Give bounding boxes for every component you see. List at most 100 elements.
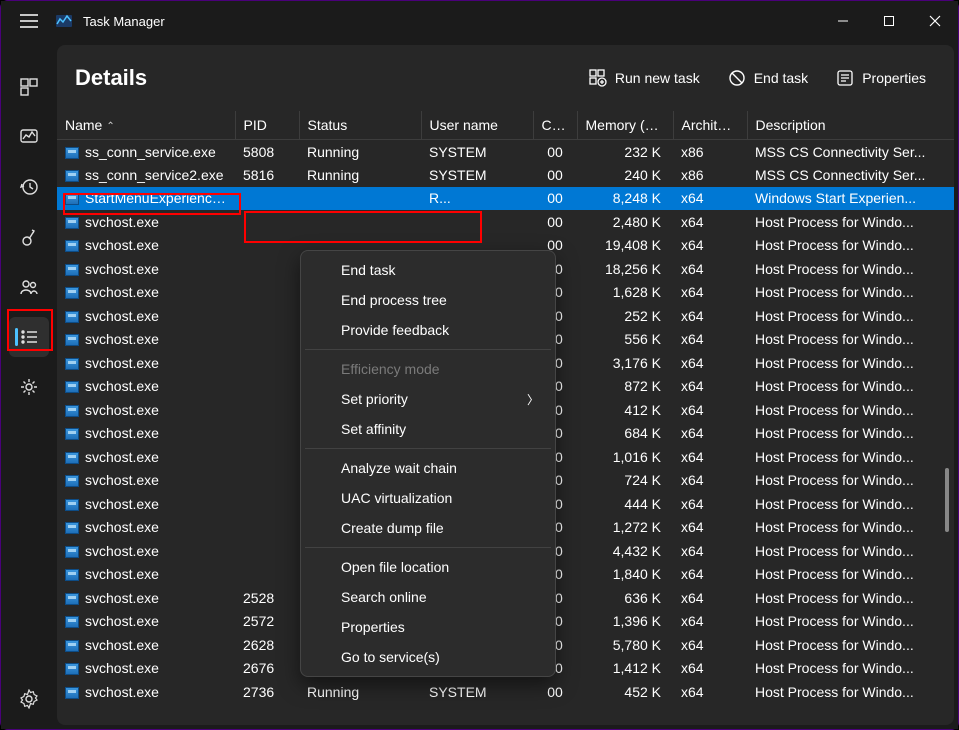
vertical-scrollbar[interactable] <box>940 111 954 725</box>
cell-desc: Host Process for Windo... <box>747 281 954 305</box>
cell-desc: Host Process for Windo... <box>747 351 954 375</box>
table-row[interactable]: ss_conn_service2.exe5816RunningSYSTEM002… <box>57 163 954 187</box>
cm-set-affinity[interactable]: Set affinity <box>305 414 551 444</box>
services-icon <box>19 377 39 397</box>
cell-name: svchost.exe <box>57 445 235 469</box>
col-name[interactable]: Name⌃ <box>57 111 235 140</box>
cm-dump[interactable]: Create dump file <box>305 513 551 543</box>
cm-properties[interactable]: Properties <box>305 612 551 642</box>
settings-icon <box>19 689 39 709</box>
cell-cpu: 00 <box>533 210 577 234</box>
sidebar-item-users[interactable] <box>9 267 49 307</box>
cm-separator <box>305 547 551 548</box>
sidebar-item-app-history[interactable] <box>9 167 49 207</box>
cell-desc: Windows Start Experien... <box>747 187 954 211</box>
startup-icon <box>19 227 39 247</box>
run-new-task-button[interactable]: Run new task <box>577 63 712 93</box>
cell-status: Running <box>299 680 421 704</box>
cm-analyze[interactable]: Analyze wait chain <box>305 453 551 483</box>
sidebar-item-settings[interactable] <box>9 679 49 719</box>
cm-open-location[interactable]: Open file location <box>305 552 551 582</box>
table-row[interactable]: StartMenuExperience...R...008,248 Kx64Wi… <box>57 187 954 211</box>
run-new-task-label: Run new task <box>615 70 700 86</box>
cell-name: svchost.exe <box>57 680 235 704</box>
cell-arch: x64 <box>673 563 747 587</box>
cell-name: svchost.exe <box>57 328 235 352</box>
col-memory[interactable]: Memory (ac... <box>577 111 673 140</box>
cell-name: svchost.exe <box>57 281 235 305</box>
process-icon <box>65 687 79 699</box>
sidebar-item-performance[interactable] <box>9 117 49 157</box>
cell-name: ss_conn_service.exe <box>57 140 235 164</box>
cell-user: SYSTEM <box>421 140 533 164</box>
col-pid[interactable]: PID <box>235 111 299 140</box>
sidebar-item-details[interactable] <box>9 317 49 357</box>
cell-name: svchost.exe <box>57 304 235 328</box>
cell-arch: x64 <box>673 633 747 657</box>
cm-feedback[interactable]: Provide feedback <box>305 315 551 345</box>
cell-desc: Host Process for Windo... <box>747 445 954 469</box>
sidebar-item-processes[interactable] <box>9 67 49 107</box>
cell-memory: 3,176 K <box>577 351 673 375</box>
process-icon <box>65 405 79 417</box>
table-row[interactable]: svchost.exe002,480 Kx64Host Process for … <box>57 210 954 234</box>
run-task-icon <box>589 69 607 87</box>
scroll-thumb[interactable] <box>945 468 949 532</box>
table-header-row: Name⌃ PID Status User name CPU Memory (a… <box>57 111 954 140</box>
cell-desc: Host Process for Windo... <box>747 210 954 234</box>
hamburger-menu[interactable] <box>9 1 49 41</box>
cell-memory: 1,016 K <box>577 445 673 469</box>
sidebar-item-startup[interactable] <box>9 217 49 257</box>
cell-pid: 5816 <box>235 163 299 187</box>
cm-end-task[interactable]: End task <box>305 255 551 285</box>
cell-name: svchost.exe <box>57 234 235 258</box>
cell-cpu: 00 <box>533 163 577 187</box>
maximize-button[interactable] <box>866 1 912 41</box>
properties-button[interactable]: Properties <box>824 63 938 93</box>
sidebar-item-services[interactable] <box>9 367 49 407</box>
process-icon <box>65 546 79 558</box>
cm-end-tree[interactable]: End process tree <box>305 285 551 315</box>
cm-search-online[interactable]: Search online <box>305 582 551 612</box>
table-row[interactable]: ss_conn_service.exe5808RunningSYSTEM0023… <box>57 140 954 164</box>
cell-user <box>421 210 533 234</box>
cm-services[interactable]: Go to service(s) <box>305 642 551 672</box>
cell-arch: x64 <box>673 257 747 281</box>
cell-arch: x64 <box>673 328 747 352</box>
cell-memory: 556 K <box>577 328 673 352</box>
col-cpu[interactable]: CPU <box>533 111 577 140</box>
cell-cpu: 00 <box>533 187 577 211</box>
cell-memory: 4,432 K <box>577 539 673 563</box>
cm-uac[interactable]: UAC virtualization <box>305 483 551 513</box>
cell-desc: Host Process for Windo... <box>747 539 954 563</box>
col-desc[interactable]: Description <box>747 111 954 140</box>
end-task-button[interactable]: End task <box>716 63 820 93</box>
cell-pid: 2676 <box>235 657 299 681</box>
cell-desc: Host Process for Windo... <box>747 422 954 446</box>
cell-arch: x64 <box>673 304 747 328</box>
process-icon <box>65 640 79 652</box>
cell-arch: x64 <box>673 469 747 493</box>
cell-desc: MSS CS Connectivity Ser... <box>747 163 954 187</box>
process-icon <box>65 240 79 252</box>
table-row[interactable]: svchost.exe2736RunningSYSTEM00452 Kx64Ho… <box>57 680 954 704</box>
col-user[interactable]: User name <box>421 111 533 140</box>
cell-name: svchost.exe <box>57 657 235 681</box>
processes-icon <box>19 77 39 97</box>
cell-desc: MSS CS Connectivity Ser... <box>747 140 954 164</box>
cell-status: Running <box>299 163 421 187</box>
cell-name: svchost.exe <box>57 422 235 446</box>
cell-pid <box>235 328 299 352</box>
cell-desc: Host Process for Windo... <box>747 492 954 516</box>
cm-set-priority[interactable]: Set priority〉 <box>305 384 551 414</box>
close-button[interactable] <box>912 1 958 41</box>
col-arch[interactable]: Architec... <box>673 111 747 140</box>
minimize-button[interactable] <box>820 1 866 41</box>
app-title: Task Manager <box>83 14 165 29</box>
process-icon <box>65 616 79 628</box>
col-status[interactable]: Status <box>299 111 421 140</box>
cell-name: svchost.exe <box>57 375 235 399</box>
process-icon <box>65 217 79 229</box>
cell-pid <box>235 234 299 258</box>
properties-label: Properties <box>862 70 926 86</box>
